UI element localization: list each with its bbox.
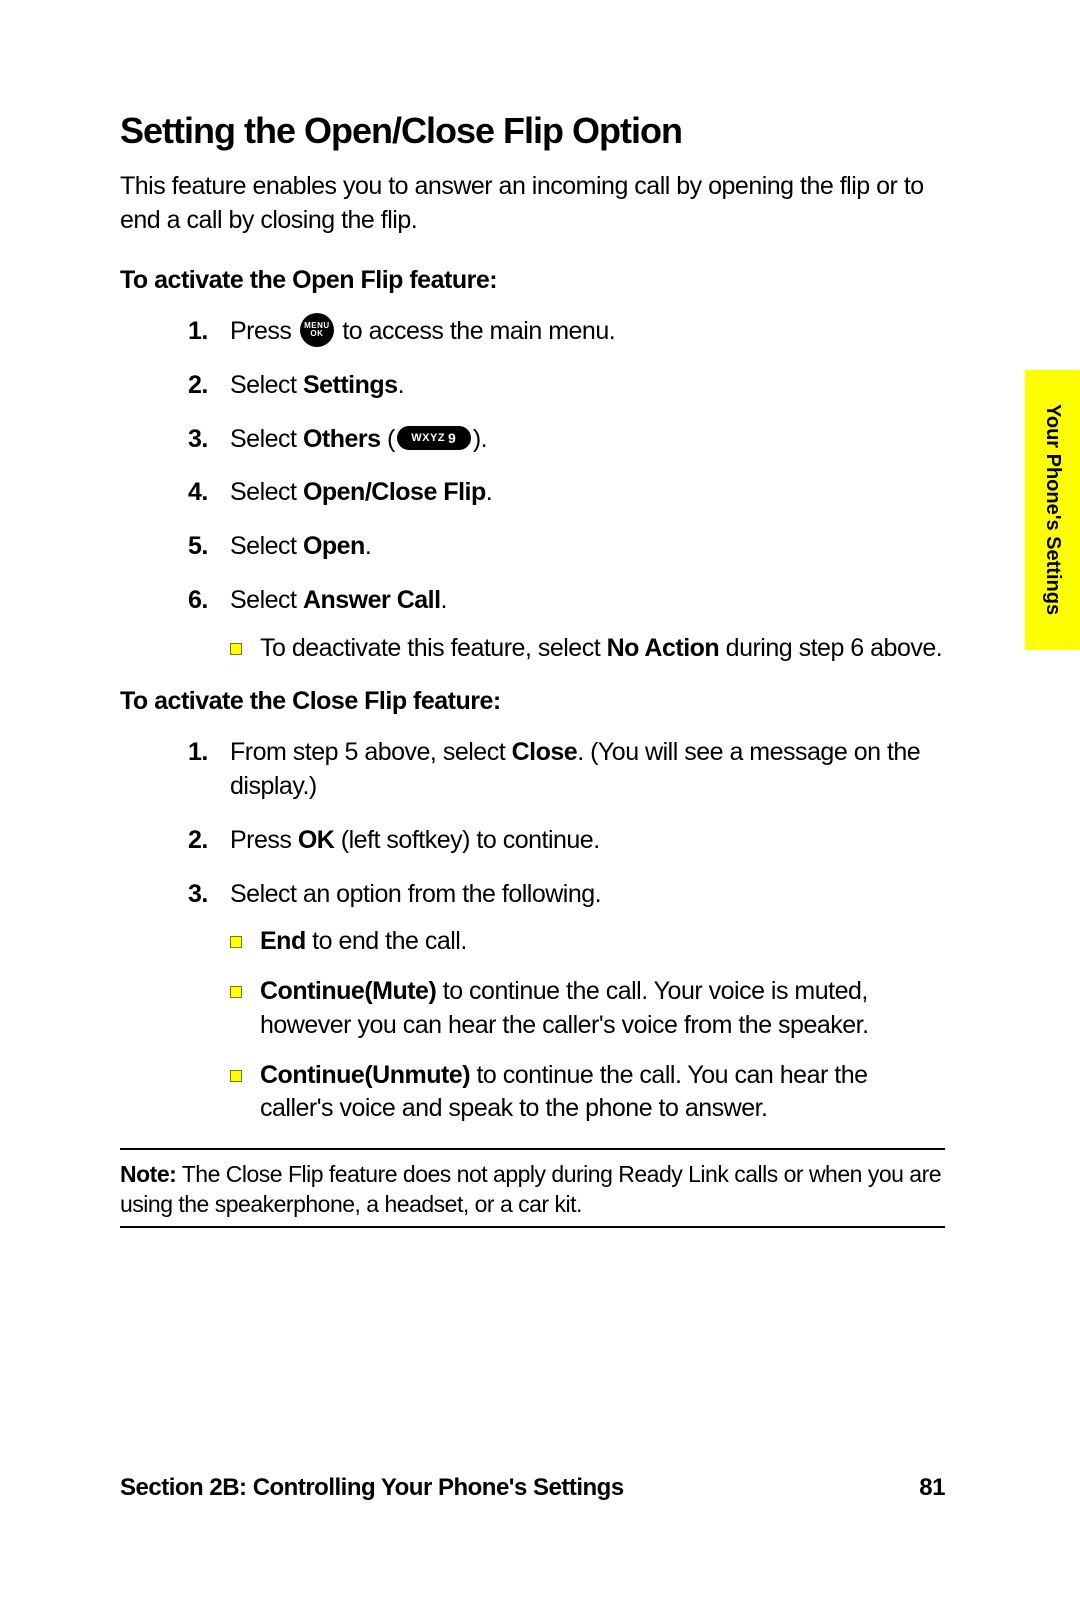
step: 5. Select Open. xyxy=(120,530,945,564)
step-number: 5. xyxy=(188,530,208,564)
step-text: . xyxy=(365,532,371,560)
sub-bold: No Action xyxy=(607,634,720,662)
sub-item: To deactivate this feature, select No Ac… xyxy=(230,632,945,666)
step-text: ( xyxy=(381,425,395,453)
note-label: Note: xyxy=(120,1161,176,1187)
step-text: Select xyxy=(230,478,303,506)
step-text: Select xyxy=(230,371,303,399)
sub-text: To deactivate this feature, select xyxy=(260,634,607,662)
step-text: Select an option from the following. xyxy=(230,880,601,908)
section-a-steps: 1. Press MENU OK to access the main menu… xyxy=(120,315,945,666)
manual-page: Your Phone's Settings Setting the Open/C… xyxy=(0,0,1080,1620)
side-tab: Your Phone's Settings xyxy=(1025,370,1080,650)
step-text: ). xyxy=(473,425,487,453)
sub-bold: End xyxy=(260,927,306,955)
footer-page-number: 81 xyxy=(919,1474,945,1502)
sub-text: to end the call. xyxy=(306,927,467,955)
step-number: 3. xyxy=(188,423,208,457)
step-number: 2. xyxy=(188,369,208,403)
step-text: . xyxy=(441,586,447,614)
step-text: Select xyxy=(230,425,303,453)
side-tab-label: Your Phone's Settings xyxy=(1041,404,1064,615)
step-bold: Open xyxy=(303,532,365,560)
step-number: 3. xyxy=(188,878,208,912)
step-text: . xyxy=(486,478,492,506)
step: 4. Select Open/Close Flip. xyxy=(120,476,945,510)
step-number: 1. xyxy=(188,736,208,770)
step-bold: Others xyxy=(303,425,381,453)
step-text: Select xyxy=(230,586,303,614)
footer-section: Section 2B: Controlling Your Phone's Set… xyxy=(120,1474,624,1502)
sub-list: End to end the call. Continue(Mute) to c… xyxy=(230,925,945,1126)
sub-text: during step 6 above. xyxy=(719,634,942,662)
note: Note: The Close Flip feature does not ap… xyxy=(120,1160,945,1220)
step-text: to access the main menu. xyxy=(342,317,615,345)
step-bold: Answer Call xyxy=(303,586,441,614)
step-number: 4. xyxy=(188,476,208,510)
step-bold: OK xyxy=(298,826,335,854)
step-text: Select xyxy=(230,532,303,560)
step-text: Press xyxy=(230,826,298,854)
step-number: 2. xyxy=(188,824,208,858)
step-number: 6. xyxy=(188,584,208,618)
section-b-steps: 1. From step 5 above, select Close. (You… xyxy=(120,736,945,1126)
step: 3. Select an option from the following. … xyxy=(120,878,945,1127)
divider xyxy=(120,1226,945,1228)
step-text: Press xyxy=(230,317,291,345)
step: 1. From step 5 above, select Close. (You… xyxy=(120,736,945,804)
step: 6. Select Answer Call. To deactivate thi… xyxy=(120,584,945,666)
page-title: Setting the Open/Close Flip Option xyxy=(120,110,945,152)
sub-bold: Continue(Unmute) xyxy=(260,1061,470,1089)
step: 2. Press OK (left softkey) to continue. xyxy=(120,824,945,858)
step: 2. Select Settings. xyxy=(120,369,945,403)
sub-bold: Continue(Mute) xyxy=(260,977,436,1005)
sub-item: Continue(Unmute) to continue the call. Y… xyxy=(230,1059,945,1127)
step-bold: Open/Close Flip xyxy=(303,478,486,506)
step-bold: Settings xyxy=(303,371,398,399)
note-text: The Close Flip feature does not apply du… xyxy=(120,1161,941,1217)
menu-ok-icon: MENU OK xyxy=(300,313,334,347)
sub-list: To deactivate this feature, select No Ac… xyxy=(230,632,945,666)
step-text: (left softkey) to continue. xyxy=(334,826,599,854)
step: 3. Select Others (WXYZ9). xyxy=(120,423,945,457)
step-number: 1. xyxy=(188,315,208,349)
page-footer: Section 2B: Controlling Your Phone's Set… xyxy=(120,1474,945,1502)
section-b-title: To activate the Close Flip feature: xyxy=(120,687,945,716)
section-a-title: To activate the Open Flip feature: xyxy=(120,266,945,295)
divider xyxy=(120,1148,945,1150)
sub-item: End to end the call. xyxy=(230,925,945,959)
step-bold: Close xyxy=(512,738,578,766)
step-text: From step 5 above, select xyxy=(230,738,512,766)
wxyz9-key-icon: WXYZ9 xyxy=(397,426,471,450)
sub-item: Continue(Mute) to continue the call. You… xyxy=(230,975,945,1043)
step-text: . xyxy=(398,371,404,399)
intro-paragraph: This feature enables you to answer an in… xyxy=(120,170,945,238)
step: 1. Press MENU OK to access the main menu… xyxy=(120,315,945,349)
